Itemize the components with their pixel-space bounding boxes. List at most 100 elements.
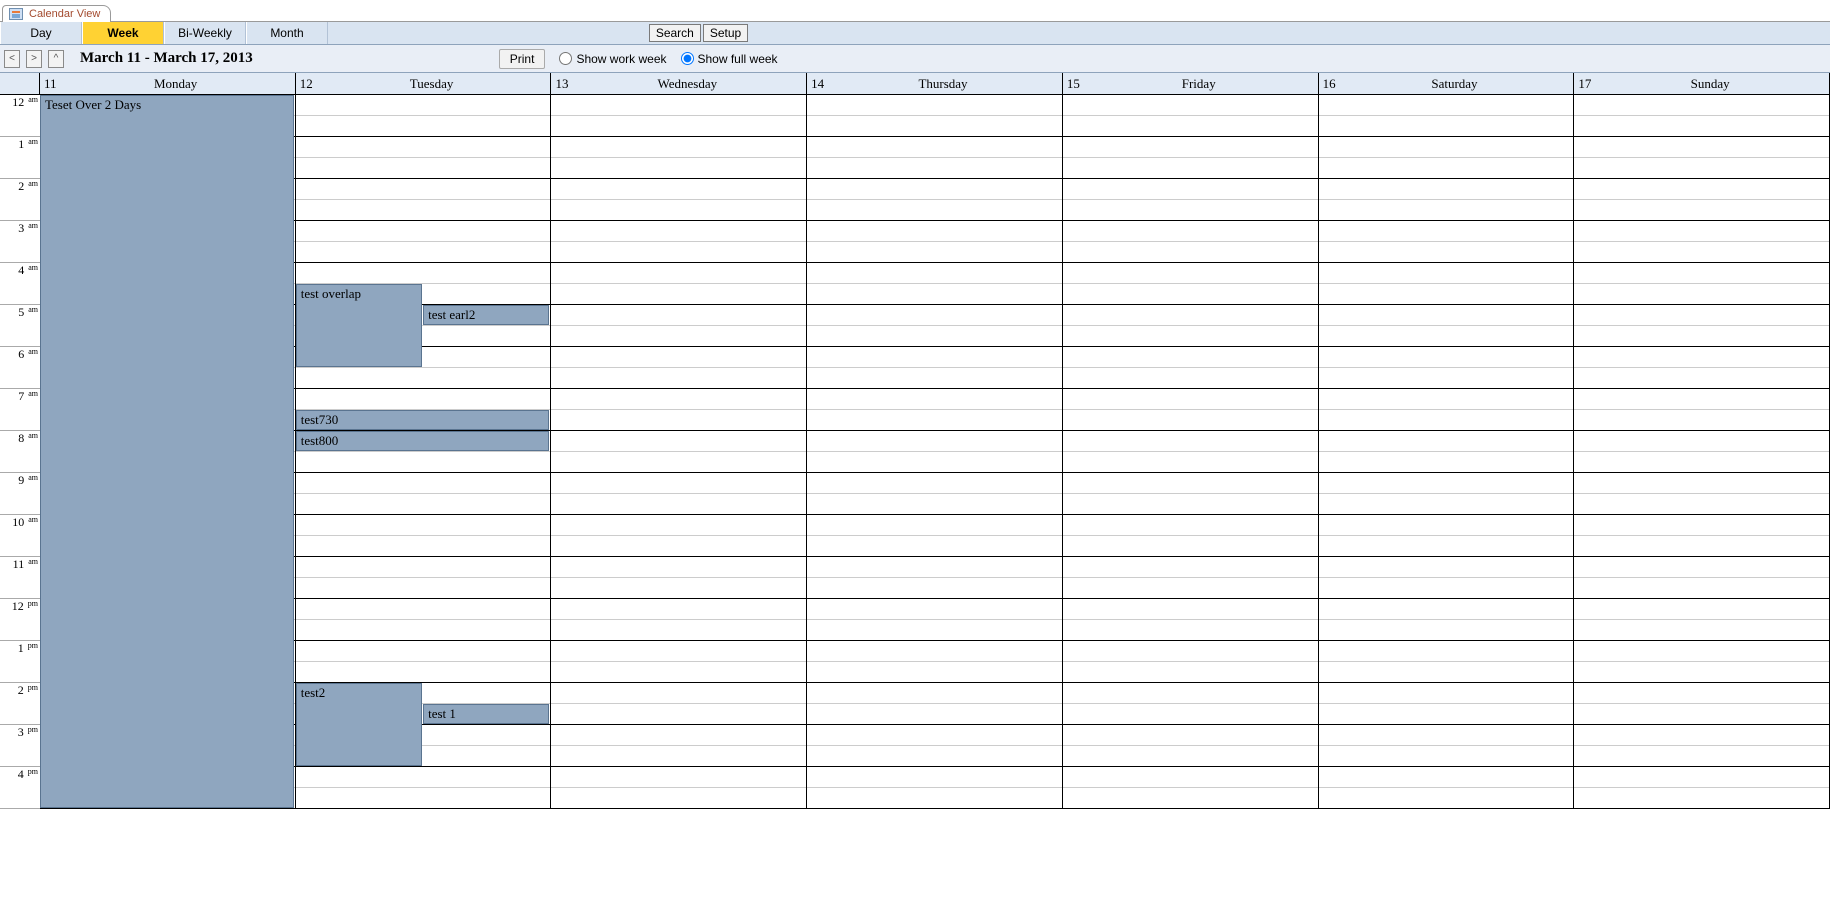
time-slot[interactable] — [807, 557, 1062, 578]
time-slot[interactable] — [1063, 284, 1318, 305]
time-slot[interactable] — [1319, 662, 1574, 683]
time-slot[interactable] — [1574, 431, 1829, 452]
day-header-thursday[interactable]: 14Thursday — [807, 73, 1063, 94]
time-slot[interactable] — [551, 368, 806, 389]
time-slot[interactable] — [807, 746, 1062, 767]
day-column-wednesday[interactable] — [551, 95, 807, 809]
time-slot[interactable] — [551, 641, 806, 662]
time-slot[interactable] — [807, 158, 1062, 179]
time-slot[interactable] — [1319, 452, 1574, 473]
time-slot[interactable] — [807, 347, 1062, 368]
today-button[interactable]: ^ — [48, 50, 64, 68]
time-slot[interactable] — [1063, 494, 1318, 515]
time-slot[interactable] — [551, 431, 806, 452]
time-slot[interactable] — [1063, 200, 1318, 221]
time-slot[interactable] — [807, 137, 1062, 158]
time-slot[interactable] — [1063, 578, 1318, 599]
time-slot[interactable] — [1319, 326, 1574, 347]
time-slot[interactable] — [1319, 725, 1574, 746]
time-slot[interactable] — [551, 242, 806, 263]
time-slot[interactable] — [1319, 158, 1574, 179]
time-slot[interactable] — [1319, 179, 1574, 200]
time-slot[interactable] — [296, 242, 551, 263]
time-slot[interactable] — [1319, 368, 1574, 389]
time-slot[interactable] — [1319, 242, 1574, 263]
time-slot[interactable] — [1063, 515, 1318, 536]
tab-month[interactable]: Month — [246, 22, 328, 44]
time-slot[interactable] — [1063, 158, 1318, 179]
time-slot[interactable] — [296, 641, 551, 662]
time-slot[interactable] — [807, 410, 1062, 431]
time-slot[interactable] — [551, 704, 806, 725]
time-slot[interactable] — [296, 620, 551, 641]
time-slot[interactable] — [551, 557, 806, 578]
time-slot[interactable] — [1319, 473, 1574, 494]
time-slot[interactable] — [1574, 515, 1829, 536]
time-slot[interactable] — [1319, 116, 1574, 137]
time-slot[interactable] — [1574, 305, 1829, 326]
time-slot[interactable] — [1574, 578, 1829, 599]
time-slot[interactable] — [1574, 368, 1829, 389]
time-slot[interactable] — [1574, 179, 1829, 200]
time-slot[interactable] — [1319, 410, 1574, 431]
radio-full-week-input[interactable] — [681, 52, 694, 65]
time-slot[interactable] — [1319, 683, 1574, 704]
time-slot[interactable] — [1063, 557, 1318, 578]
time-slot[interactable] — [551, 95, 806, 116]
time-slot[interactable] — [296, 200, 551, 221]
time-slot[interactable] — [1574, 494, 1829, 515]
time-slot[interactable] — [807, 242, 1062, 263]
time-slot[interactable] — [296, 368, 551, 389]
time-slot[interactable] — [1319, 431, 1574, 452]
time-slot[interactable] — [296, 452, 551, 473]
time-slot[interactable] — [296, 494, 551, 515]
time-slot[interactable] — [1063, 431, 1318, 452]
time-slot[interactable] — [551, 410, 806, 431]
time-slot[interactable] — [1063, 347, 1318, 368]
time-slot[interactable] — [1319, 200, 1574, 221]
time-slot[interactable] — [1574, 473, 1829, 494]
time-slot[interactable] — [807, 305, 1062, 326]
time-slot[interactable] — [551, 389, 806, 410]
time-slot[interactable] — [296, 599, 551, 620]
time-slot[interactable] — [1319, 641, 1574, 662]
time-slot[interactable] — [1574, 137, 1829, 158]
time-slot[interactable] — [551, 200, 806, 221]
time-slot[interactable] — [1574, 662, 1829, 683]
time-slot[interactable] — [551, 725, 806, 746]
time-slot[interactable] — [807, 284, 1062, 305]
calendar-event[interactable]: test 1 — [423, 704, 549, 724]
time-slot[interactable] — [551, 221, 806, 242]
time-slot[interactable] — [807, 641, 1062, 662]
time-slot[interactable] — [1063, 221, 1318, 242]
time-slot[interactable] — [296, 557, 551, 578]
calendar-event[interactable]: Teset Over 2 Days — [40, 95, 294, 808]
time-slot[interactable] — [1574, 620, 1829, 641]
time-slot[interactable] — [1063, 368, 1318, 389]
tab-day[interactable]: Day — [0, 22, 82, 44]
radio-work-week-input[interactable] — [559, 52, 572, 65]
print-button[interactable]: Print — [499, 49, 546, 69]
time-slot[interactable] — [807, 704, 1062, 725]
time-slot[interactable] — [1063, 662, 1318, 683]
time-slot[interactable] — [551, 263, 806, 284]
time-slot[interactable] — [807, 431, 1062, 452]
time-slot[interactable] — [807, 368, 1062, 389]
time-slot[interactable] — [1319, 704, 1574, 725]
calendar-event[interactable]: test2 — [296, 683, 422, 766]
time-slot[interactable] — [1063, 389, 1318, 410]
time-slot[interactable] — [1574, 767, 1829, 788]
time-slot[interactable] — [1063, 242, 1318, 263]
time-slot[interactable] — [1574, 704, 1829, 725]
time-slot[interactable] — [1574, 347, 1829, 368]
time-slot[interactable] — [1574, 326, 1829, 347]
time-slot[interactable] — [296, 158, 551, 179]
time-slot[interactable] — [551, 767, 806, 788]
time-slot[interactable] — [1574, 746, 1829, 767]
time-slot[interactable] — [807, 389, 1062, 410]
time-slot[interactable] — [551, 326, 806, 347]
time-slot[interactable] — [551, 305, 806, 326]
time-slot[interactable] — [296, 578, 551, 599]
time-slot[interactable] — [551, 536, 806, 557]
time-slot[interactable] — [296, 767, 551, 788]
